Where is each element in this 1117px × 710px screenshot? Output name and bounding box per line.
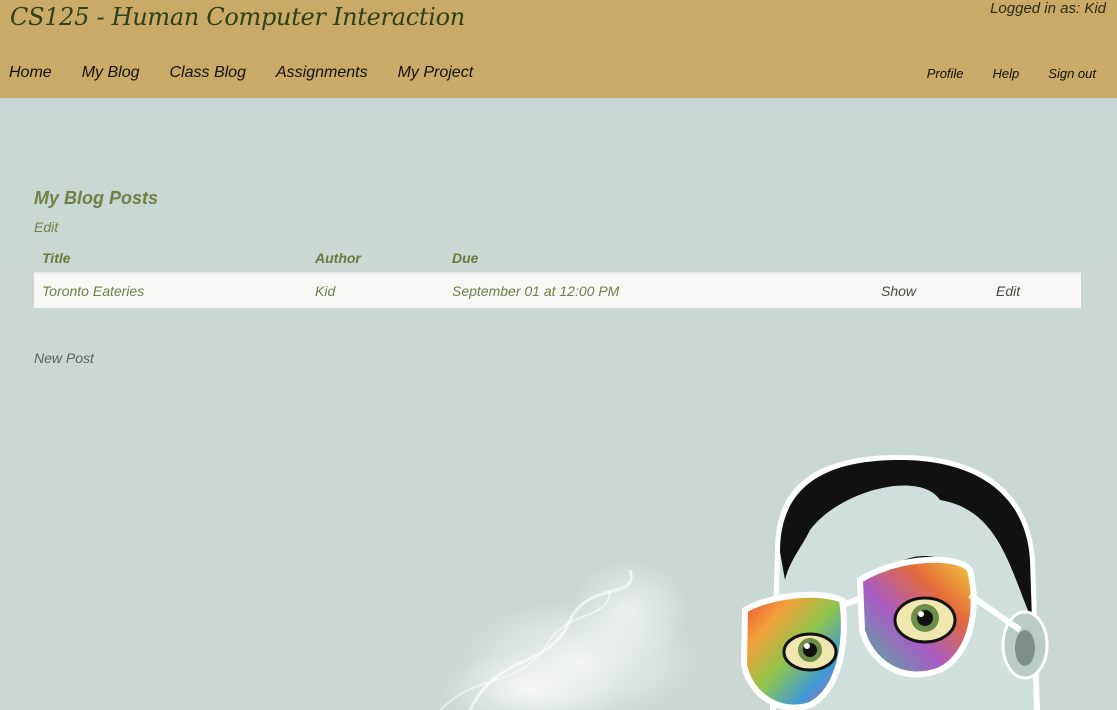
nav-profile[interactable]: Profile <box>927 66 964 81</box>
edit-post-link[interactable]: Edit <box>988 273 1081 308</box>
table-row: Toronto Eateries Kid September 01 at 12:… <box>34 273 1081 308</box>
site-title[interactable]: CS125 - Human Computer Interaction <box>10 3 465 31</box>
logged-in-status: Logged in as: Kid <box>990 0 1106 17</box>
post-due-cell: September 01 at 12:00 PM <box>444 273 873 308</box>
face-illustration-icon <box>439 455 1049 710</box>
column-header-author: Author <box>307 244 444 274</box>
user-nav: Profile Help Sign out <box>898 66 1096 81</box>
page-title: My Blog Posts <box>34 188 159 208</box>
new-post-link[interactable]: New Post <box>34 350 94 366</box>
show-post-link[interactable]: Show <box>873 273 988 308</box>
table-header-row: Title Author Due <box>34 244 1081 274</box>
nav-my-project[interactable]: My Project <box>398 64 474 82</box>
column-header-title: Title <box>34 244 307 274</box>
column-header-due: Due <box>444 244 873 274</box>
nav-sign-out[interactable]: Sign out <box>1048 66 1096 81</box>
nav-help[interactable]: Help <box>993 66 1020 81</box>
column-header-edit <box>988 244 1081 274</box>
blog-posts-table: Title Author Due Toronto Eateries Kid Se… <box>34 244 1081 308</box>
nav-my-blog[interactable]: My Blog <box>82 64 140 82</box>
post-author-cell: Kid <box>307 273 444 308</box>
column-header-show <box>873 244 988 274</box>
main-nav: Home My Blog Class Blog Assignments My P… <box>9 64 503 82</box>
edit-posts-link[interactable]: Edit <box>34 219 58 235</box>
nav-class-blog[interactable]: Class Blog <box>169 64 245 82</box>
psychedelic-face-illustration <box>380 430 1117 710</box>
nav-assignments[interactable]: Assignments <box>276 64 368 82</box>
post-title-cell: Toronto Eateries <box>34 273 307 308</box>
nav-home[interactable]: Home <box>9 64 52 82</box>
site-header: CS125 - Human Computer Interaction Logge… <box>0 0 1117 98</box>
